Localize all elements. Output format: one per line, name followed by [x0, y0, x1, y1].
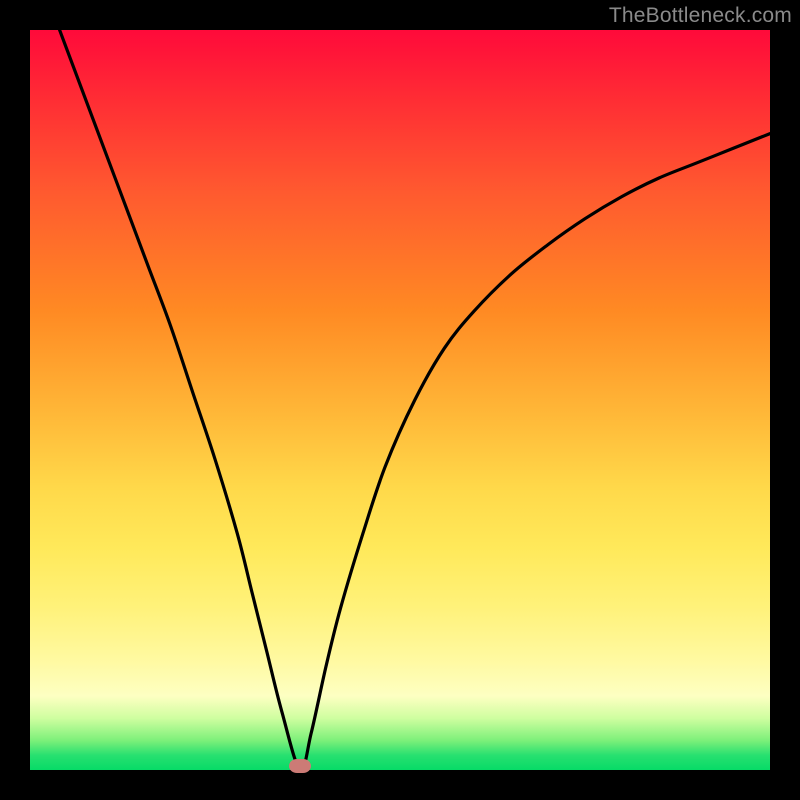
bottleneck-curve	[30, 30, 770, 770]
watermark-text: TheBottleneck.com	[609, 4, 792, 28]
chart-frame: TheBottleneck.com	[0, 0, 800, 800]
optimum-marker	[289, 759, 311, 773]
